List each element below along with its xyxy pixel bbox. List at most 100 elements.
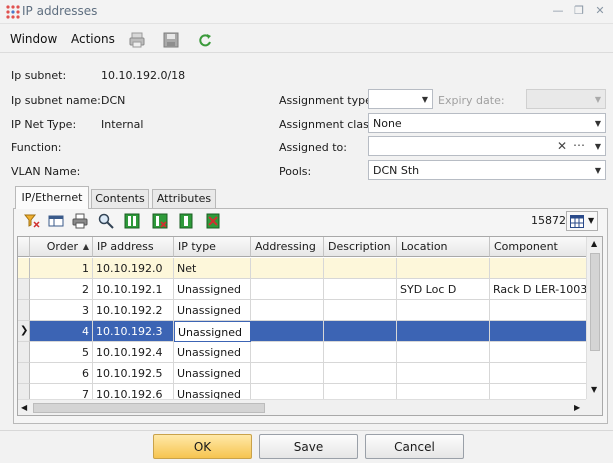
cell-location[interactable]	[397, 258, 490, 279]
cell-component[interactable]	[490, 258, 588, 279]
assignment-class-select[interactable]: None ▼	[368, 113, 606, 133]
scroll-right-icon[interactable]: ▶	[574, 403, 580, 412]
header-description[interactable]: Description	[324, 237, 397, 257]
table-row[interactable]: 3 10.10.192.2 Unassigned	[18, 300, 588, 321]
print-icon[interactable]	[128, 31, 146, 49]
cell-component[interactable]: Rack D LER-1003	[490, 279, 588, 300]
vertical-scrollbar[interactable]: ▲ ▼	[586, 237, 602, 399]
clear-icon[interactable]: ✕	[557, 139, 567, 153]
cell-description[interactable]	[324, 363, 397, 384]
cell-order[interactable]: 5	[30, 342, 93, 363]
cancel-button[interactable]: Cancel	[365, 434, 464, 459]
refresh-icon[interactable]	[196, 31, 214, 49]
tab-attributes[interactable]: Attributes	[152, 189, 216, 208]
column-icon[interactable]	[178, 213, 194, 229]
row-indicator[interactable]	[18, 342, 30, 363]
menu-actions[interactable]: Actions	[71, 32, 115, 46]
print-grid-icon[interactable]	[72, 213, 88, 229]
row-indicator[interactable]	[18, 279, 30, 300]
cell-addressing[interactable]	[251, 342, 324, 363]
cell-ip[interactable]: 10.10.192.3	[93, 321, 174, 342]
cell-type[interactable]: Unassigned	[174, 279, 251, 300]
cell-order[interactable]: 4	[30, 321, 93, 342]
cell-description[interactable]	[324, 300, 397, 321]
cell-location[interactable]	[397, 300, 490, 321]
cell-description[interactable]	[324, 321, 397, 342]
cell-type[interactable]: Unassigned	[174, 342, 251, 363]
cell-order[interactable]: 3	[30, 300, 93, 321]
cell-order[interactable]: 6	[30, 363, 93, 384]
chevron-down-icon[interactable]: ▼	[595, 142, 601, 151]
cell-addressing[interactable]	[251, 363, 324, 384]
cell-type[interactable]: Net	[174, 258, 251, 279]
remove-column-icon[interactable]	[152, 213, 168, 229]
filter-icon[interactable]	[24, 213, 40, 229]
menu-window[interactable]: Window	[10, 32, 57, 46]
vertical-scroll-thumb[interactable]	[590, 253, 600, 351]
cell-addressing[interactable]	[251, 258, 324, 279]
cell-location[interactable]	[397, 321, 490, 342]
save-icon[interactable]	[162, 31, 180, 49]
cell-order[interactable]: 1	[30, 258, 93, 279]
columns-icon[interactable]	[48, 213, 64, 229]
header-addressing[interactable]: Addressing	[251, 237, 324, 257]
cell-type[interactable]: Unassigned	[174, 300, 251, 321]
table-row[interactable]: 2 10.10.192.1 Unassigned SYD Loc D Rack …	[18, 279, 588, 300]
cell-component[interactable]	[490, 342, 588, 363]
minimize-icon[interactable]: —	[551, 4, 565, 18]
cell-description[interactable]	[324, 342, 397, 363]
header-location[interactable]: Location	[397, 237, 490, 257]
cell-location[interactable]	[397, 342, 490, 363]
pools-select[interactable]: DCN Sth ▼	[368, 160, 606, 180]
horizontal-scrollbar[interactable]: ◀ ▶	[18, 399, 586, 415]
row-indicator[interactable]	[18, 363, 30, 384]
row-indicator[interactable]	[18, 258, 30, 279]
close-icon[interactable]: ✕	[593, 4, 607, 18]
header-component[interactable]: Component	[490, 237, 588, 257]
cell-type[interactable]: Unassigned	[174, 363, 251, 384]
cell-component[interactable]	[490, 321, 588, 342]
cell-addressing[interactable]	[251, 321, 324, 342]
cell-type-editor[interactable]: Unassigned	[174, 321, 251, 342]
scroll-up-icon[interactable]: ▲	[591, 239, 597, 248]
cell-ip[interactable]: 10.10.192.2	[93, 300, 174, 321]
header-ip-type[interactable]: IP type	[174, 237, 251, 257]
cell-ip[interactable]: 10.10.192.1	[93, 279, 174, 300]
move-left-icon[interactable]	[124, 213, 140, 229]
delete-column-icon[interactable]	[205, 213, 221, 229]
table-row[interactable]: 1 10.10.192.0 Net	[18, 258, 588, 279]
assignment-type-select[interactable]: ▼	[368, 89, 433, 109]
header-ip-address[interactable]: IP address	[93, 237, 174, 257]
more-icon[interactable]: ⋯	[573, 138, 585, 152]
cell-component[interactable]	[490, 300, 588, 321]
tab-ip-ethernet[interactable]: IP/Ethernet	[15, 186, 89, 209]
cell-addressing[interactable]	[251, 279, 324, 300]
header-order[interactable]: Order ▲	[30, 237, 93, 257]
cell-ip[interactable]: 10.10.192.5	[93, 363, 174, 384]
search-icon[interactable]	[98, 213, 114, 229]
table-row[interactable]: 5 10.10.192.4 Unassigned	[18, 342, 588, 363]
table-row[interactable]: 6 10.10.192.5 Unassigned	[18, 363, 588, 384]
table-row-selected[interactable]: ❯ 4 10.10.192.3 Unassigned	[18, 321, 588, 342]
cell-component[interactable]	[490, 363, 588, 384]
cell-description[interactable]	[324, 258, 397, 279]
cell-location[interactable]	[397, 363, 490, 384]
layout-dropdown[interactable]: ▼	[566, 211, 598, 231]
restore-icon[interactable]: ❐	[572, 4, 586, 18]
ok-button[interactable]: OK	[153, 434, 252, 459]
scroll-down-icon[interactable]: ▼	[591, 385, 597, 394]
cell-ip[interactable]: 10.10.192.0	[93, 258, 174, 279]
scroll-left-icon[interactable]: ◀	[21, 403, 27, 412]
row-indicator[interactable]	[18, 300, 30, 321]
cell-ip[interactable]: 10.10.192.4	[93, 342, 174, 363]
cell-addressing[interactable]	[251, 300, 324, 321]
expiry-date-field[interactable]: ▼	[526, 89, 606, 109]
horizontal-scroll-thumb[interactable]	[33, 403, 265, 413]
cell-order[interactable]: 2	[30, 279, 93, 300]
save-button[interactable]: Save	[259, 434, 358, 459]
cell-description[interactable]	[324, 279, 397, 300]
assigned-to-field[interactable]: ✕ ⋯ ▼	[368, 136, 606, 156]
tab-contents[interactable]: Contents	[91, 189, 149, 208]
cell-location[interactable]: SYD Loc D	[397, 279, 490, 300]
row-indicator[interactable]: ❯	[18, 321, 30, 342]
